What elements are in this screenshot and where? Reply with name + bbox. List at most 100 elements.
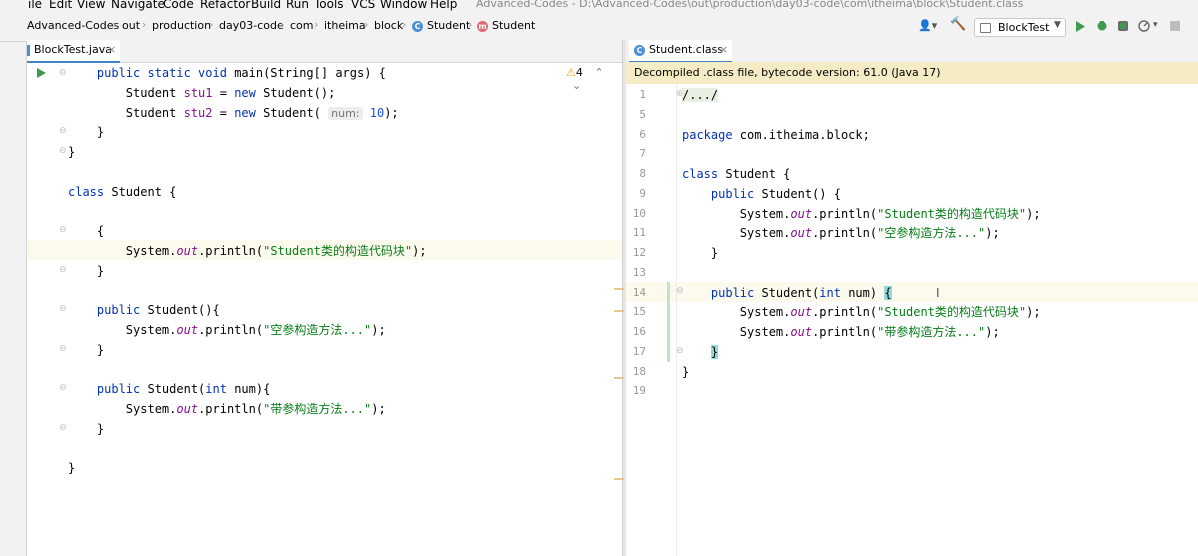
chevron-up-icon[interactable]: ⌃ [594, 66, 603, 79]
code-token: System. [68, 243, 177, 258]
run-configuration-select[interactable]: BlockTest ▼ [974, 18, 1066, 37]
menu-help[interactable]: Help [430, 0, 457, 11]
breadcrumb-separator: › [142, 18, 147, 31]
hammer-icon[interactable]: 🔨 [950, 17, 966, 33]
code-line[interactable]: } [682, 243, 718, 263]
code-line[interactable]: package com.itheima.block; [682, 125, 870, 145]
code-line[interactable]: System.out.println("空参构造方法..."); [682, 223, 1000, 243]
tab-blocktest[interactable]: BlockTest.java × [27, 40, 120, 63]
user-icon[interactable]: 👤▾ [918, 18, 937, 34]
menu-view[interactable]: View [77, 0, 105, 11]
code-line[interactable]: System.out.println("带参构造方法..."); [68, 399, 386, 419]
stop-icon[interactable] [1170, 21, 1180, 31]
left-editor[interactable]: ⊖ ⊖ ⊖ ⊖ ⊖ ⊖ ⊖ ⊖ ⊖ ⚠4 ⌃ ⌄ public static v… [27, 63, 622, 556]
menu-code[interactable]: Code [163, 0, 194, 11]
fold-icon[interactable]: ⊖ [59, 225, 67, 235]
chevron-down-icon[interactable]: ⌄ [572, 79, 581, 92]
code-line[interactable]: public Student() { [682, 184, 841, 204]
fold-icon[interactable]: ⊖ [59, 68, 67, 78]
line-number: 9 [639, 186, 646, 200]
code-token: Student() { [761, 186, 841, 201]
code-token: public [710, 285, 762, 300]
menu-vcs[interactable]: VCS [351, 0, 375, 11]
code-line[interactable]: class Student { [682, 164, 790, 184]
code-line[interactable]: /.../ [682, 85, 719, 105]
run-gutter-icon[interactable] [37, 68, 46, 78]
code-token: } [68, 461, 76, 475]
class-icon: C [412, 21, 423, 32]
coverage-icon[interactable] [1117, 20, 1129, 32]
breadcrumb-method[interactable]: Student [492, 19, 535, 32]
code-line[interactable]: { [68, 221, 104, 241]
menu-tools[interactable]: Tools [314, 0, 344, 11]
run-config-label: BlockTest [998, 21, 1050, 34]
code-line[interactable]: System.out.println("Student类的构造代码块"); [682, 204, 1041, 224]
warnings-indicator[interactable]: ⚠4 ⌃ ⌄ [566, 66, 622, 92]
code-line[interactable]: Student stu1 = new Student(); [68, 83, 336, 103]
fold-icon[interactable]: ⊖ [59, 344, 67, 354]
menu-navigate[interactable]: Navigate [111, 0, 165, 11]
code-line[interactable]: Student stu2 = new Student( num: 10); [68, 103, 399, 123]
fold-icon[interactable]: ⊖ [59, 383, 67, 393]
close-icon[interactable]: × [107, 40, 116, 60]
breadcrumb-com[interactable]: com [290, 19, 314, 32]
code-line[interactable]: public static void main(String[] args) { [68, 63, 386, 83]
close-icon[interactable]: × [719, 40, 728, 60]
code-token: } [68, 145, 76, 159]
code-token: System. [682, 226, 791, 241]
code-line[interactable]: public Student(){ [68, 300, 220, 320]
breadcrumb-class[interactable]: Student [427, 19, 470, 32]
menu-run[interactable]: Run [286, 0, 309, 11]
fold-icon[interactable]: ⊖ [59, 423, 67, 433]
code-line[interactable]: public Student(int num) { [682, 283, 892, 303]
code-line[interactable]: System.out.println("Student类的构造代码块"); [68, 241, 427, 261]
code-line[interactable]: System.out.println("空参构造方法..."); [68, 320, 386, 340]
code-line[interactable]: } [68, 419, 104, 439]
menu-build[interactable]: Build [251, 0, 281, 11]
breadcrumb-module[interactable]: day03-code [219, 19, 284, 32]
code-token: } [68, 342, 105, 357]
menu-file[interactable]: ile [28, 0, 42, 11]
menu-refactor[interactable]: Refactor [200, 0, 250, 11]
code-line[interactable]: System.out.println("带参构造方法..."); [682, 322, 1000, 342]
right-editor[interactable]: ⊕ ⊖ ⊖ 1 5 6 7 8 9 10 11 12 13 14 15 16 17 18 19 /.../pa… [626, 84, 1198, 556]
breadcrumb-block[interactable]: block [374, 19, 403, 32]
menu-edit[interactable]: Edit [49, 0, 72, 11]
code-token: { [68, 224, 105, 238]
code-line[interactable]: class Student { [68, 182, 176, 202]
code-line[interactable]: } [682, 362, 689, 382]
fold-icon[interactable]: ⊖ [59, 265, 67, 275]
line-number: 8 [639, 167, 646, 180]
code-token: .println( [812, 206, 878, 221]
more-run-options-icon[interactable]: ▾ [1153, 17, 1158, 33]
code-token: System. [68, 322, 177, 337]
breadcrumb-itheima[interactable]: itheima [324, 19, 366, 32]
code-line[interactable]: } [68, 458, 75, 478]
tab-student-class[interactable]: C Student.class × [629, 40, 732, 63]
text-cursor-icon: I [936, 286, 940, 300]
breadcrumb-separator: › [209, 18, 214, 31]
line-number: 11 [632, 226, 646, 240]
breadcrumb-production[interactable]: production [152, 19, 211, 32]
breadcrumb-project[interactable]: Advanced-Codes [27, 19, 119, 32]
code-line[interactable]: } [68, 122, 104, 142]
code-line[interactable]: } [682, 342, 719, 362]
menu-window[interactable]: Window [380, 0, 427, 11]
breadcrumb-separator: › [314, 18, 319, 31]
code-token: class [68, 184, 112, 199]
fold-icon[interactable]: ⊖ [59, 146, 67, 156]
breadcrumb-out[interactable]: out [122, 19, 140, 32]
code-token: ); [985, 325, 1000, 339]
code-line[interactable]: } [68, 340, 104, 360]
code-line[interactable]: } [68, 261, 104, 281]
navigation-bar: Advanced-Codes › out › production › day0… [0, 11, 1198, 42]
fold-icon[interactable]: ⊖ [59, 304, 67, 314]
code-line[interactable]: public Student(int num){ [68, 379, 270, 399]
run-icon[interactable] [1075, 21, 1085, 32]
fold-icon[interactable]: ⊖ [59, 126, 67, 136]
debug-icon[interactable] [1096, 20, 1108, 32]
code-line[interactable]: } [68, 142, 75, 162]
profiler-icon[interactable] [1138, 20, 1150, 32]
code-line[interactable]: System.out.println("Student类的构造代码块"); [682, 302, 1041, 322]
